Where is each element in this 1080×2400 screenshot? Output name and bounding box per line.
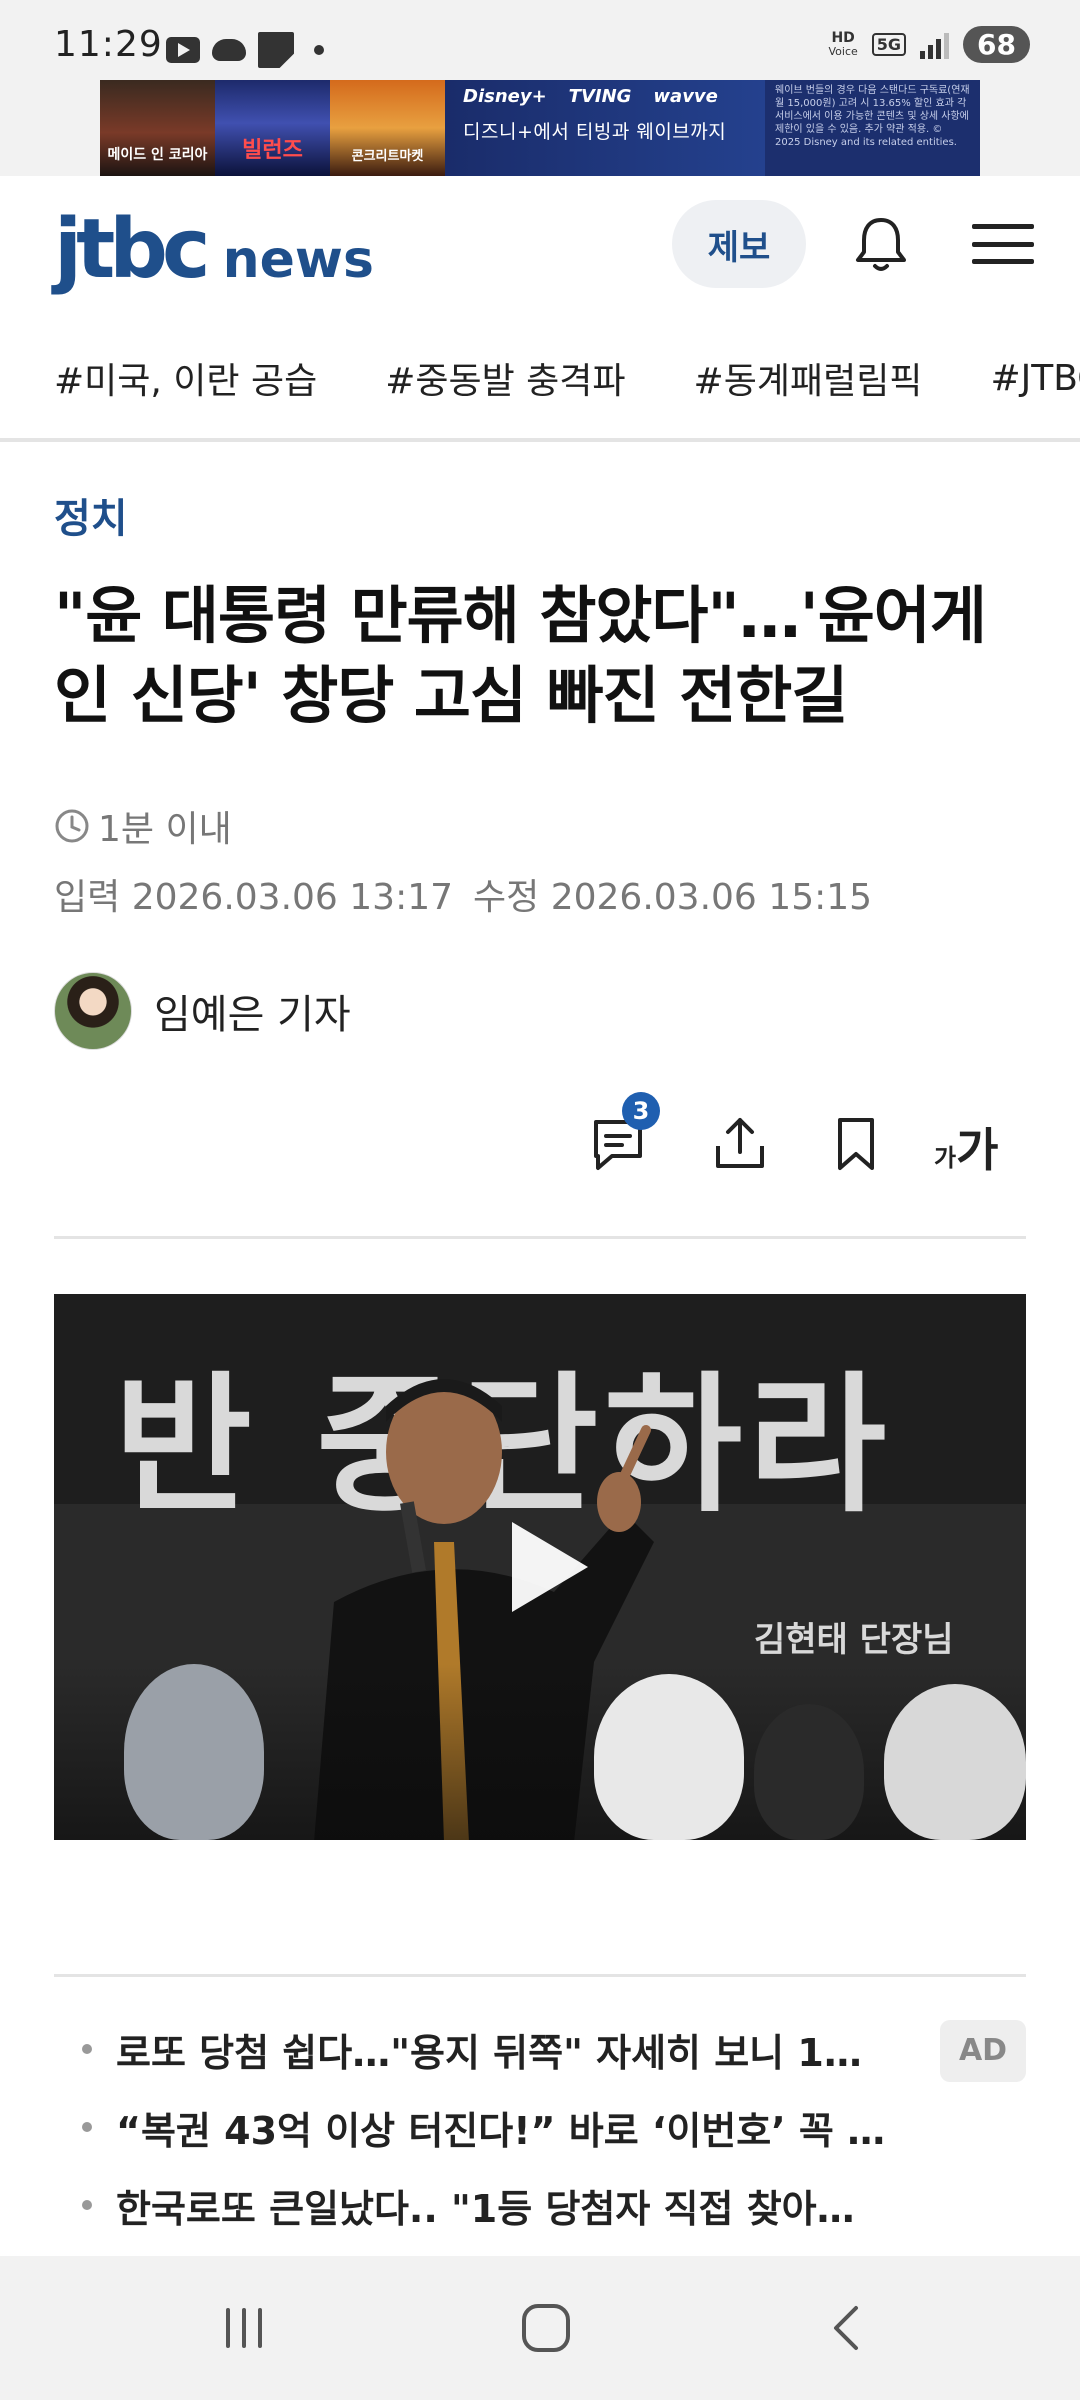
font-size-small-label: 가 xyxy=(934,1144,957,1172)
voice-label: Voice xyxy=(828,44,858,58)
hd-voice-icon: HD Voice xyxy=(828,31,857,59)
cloud-icon xyxy=(212,39,246,61)
sponsored-link-item[interactable]: 한국로또 큰일났다.. "1등 당첨자 직접 찾아… xyxy=(54,2166,1026,2244)
modified-value: 2026.03.06 15:15 xyxy=(550,877,873,918)
hashtag-item[interactable]: #JTBC xyxy=(990,358,1080,399)
jtbc-news-logo[interactable]: jtbc news xyxy=(54,202,374,297)
clock-icon xyxy=(55,809,89,843)
hd-label: HD xyxy=(831,29,855,46)
notification-icons xyxy=(166,32,324,68)
recent-apps-icon[interactable] xyxy=(214,2300,274,2356)
divider xyxy=(0,438,1080,442)
site-header: jtbc news 제보 xyxy=(0,176,1080,316)
ad-main-panel: Disney+ TVING wavve 디즈니+에서 티빙과 웨이브까지 xyxy=(445,80,765,176)
notification-bell-icon[interactable] xyxy=(848,212,914,278)
divider xyxy=(54,1236,1026,1239)
status-time: 11:29 xyxy=(54,24,163,65)
ad-label-badge[interactable]: AD xyxy=(940,2020,1026,2082)
sponsored-link-text: 한국로또 큰일났다.. "1등 당첨자 직접 찾아… xyxy=(116,2186,855,2231)
article-title: "윤 대통령 만류해 참았다"…'윤어게인 신당' 창당 고심 빠진 전한길 xyxy=(54,579,987,732)
video-subtitle-text: 김현태 단장님 xyxy=(754,1620,954,1660)
ad-brands: Disney+ TVING wavve xyxy=(463,86,747,107)
network-type-icon: 5G xyxy=(871,33,907,56)
more-notifications-dot-icon xyxy=(314,45,324,55)
bullet-icon xyxy=(82,2200,92,2210)
play-icon[interactable] xyxy=(490,1512,600,1622)
ad-poster-1: 메이드 인 코리아 xyxy=(100,80,215,176)
bookmark-icon[interactable] xyxy=(824,1112,888,1176)
ad-poster-2: 빌런즈 xyxy=(215,80,330,176)
home-icon[interactable] xyxy=(516,2300,576,2356)
read-time-text: 1분 이내 xyxy=(98,809,232,850)
font-size-large-label: 가 xyxy=(956,1123,999,1177)
divider xyxy=(54,1974,1026,1977)
article-category[interactable]: 정치 xyxy=(54,486,128,544)
logo-news-text: news xyxy=(222,230,374,290)
comment-count-badge: 3 xyxy=(622,1092,660,1130)
ad-copy: 디즈니+에서 티빙과 웨이브까지 xyxy=(463,121,727,143)
back-icon[interactable] xyxy=(818,2300,878,2356)
article-actions: 3 가 가 xyxy=(0,1092,1080,1182)
bullet-icon xyxy=(82,2044,92,2054)
ad-poster-3: 콘크리트마켓 xyxy=(330,80,445,176)
battery-icon: 68 xyxy=(963,26,1030,63)
logo-jtbc-text: jtbc xyxy=(54,202,211,297)
sponsored-link-item[interactable]: “복권 43억 이상 터진다!” 바로 ‘이번호’ 꼭 … xyxy=(54,2088,1026,2166)
modified-label: 수정 xyxy=(473,877,540,918)
top-ad-banner[interactable]: 메이드 인 코리아 빌런즈 콘크리트마켓 Disney+ TVING wavve… xyxy=(0,80,1080,176)
status-bar: 11:29 HD Voice 5G 68 xyxy=(0,0,1080,80)
hashtag-bar: #미국, 이란 공습 #중동발 충격파 #동계패럴림픽 #JTBC xyxy=(0,316,1080,440)
ad-brand-tving: TVING xyxy=(568,86,632,107)
sponsored-links: 로또 당첨 쉽다…"용지 뒤쪽" 자세히 보니 1… “복권 43억 이상 터진… xyxy=(54,2010,1026,2244)
sponsored-link-item[interactable]: 로또 당첨 쉽다…"용지 뒤쪽" 자세히 보니 1… xyxy=(54,2010,1026,2088)
article-dates: 입력 2026.03.06 13:17 수정 2026.03.06 15:15 xyxy=(54,868,872,920)
report-tip-button[interactable]: 제보 xyxy=(672,200,806,288)
reporter-name: 임예은 기자 xyxy=(154,992,351,1038)
published-date: 입력 2026.03.06 13:17 xyxy=(54,868,453,920)
system-navigation-bar xyxy=(0,2256,1080,2400)
sponsored-link-text: 로또 당첨 쉽다…"용지 뒤쪽" 자세히 보니 1… xyxy=(116,2030,862,2075)
crowd xyxy=(54,1664,1026,1840)
bullet-icon xyxy=(82,2122,92,2132)
published-label: 입력 xyxy=(54,877,121,918)
read-time: 1분 이내 xyxy=(54,800,232,852)
article-video[interactable]: 반 중단하라 김현태 단장님 xyxy=(54,1294,1026,1840)
reporter-byline[interactable]: 임예은 기자 xyxy=(54,972,351,1050)
published-value: 2026.03.06 13:17 xyxy=(131,877,454,918)
share-icon[interactable] xyxy=(708,1112,772,1176)
ad-fine-print: 웨이브 번들의 경우 다음 스탠다드 구독료(연재 월 15,000원) 고려 … xyxy=(765,80,980,176)
modified-date: 수정 2026.03.06 15:15 xyxy=(473,868,872,920)
ad-brand-wavve: wavve xyxy=(653,86,718,107)
system-icons: HD Voice 5G 68 xyxy=(828,26,1030,63)
hashtag-item[interactable]: #미국, 이란 공습 xyxy=(54,352,317,404)
sponsored-link-text: “복권 43억 이상 터진다!” 바로 ‘이번호’ 꼭 … xyxy=(116,2108,886,2153)
hashtag-item[interactable]: #동계패럴림픽 xyxy=(694,352,923,404)
youtube-icon xyxy=(166,37,200,63)
note-icon xyxy=(258,32,294,68)
ad-brand-disney: Disney+ xyxy=(463,86,547,107)
hamburger-menu-icon[interactable] xyxy=(972,216,1034,272)
hashtag-item[interactable]: #중동발 충격파 xyxy=(385,352,625,404)
reporter-avatar xyxy=(54,972,132,1050)
signal-icon xyxy=(920,31,950,59)
font-size-button[interactable]: 가 가 xyxy=(934,1114,998,1180)
